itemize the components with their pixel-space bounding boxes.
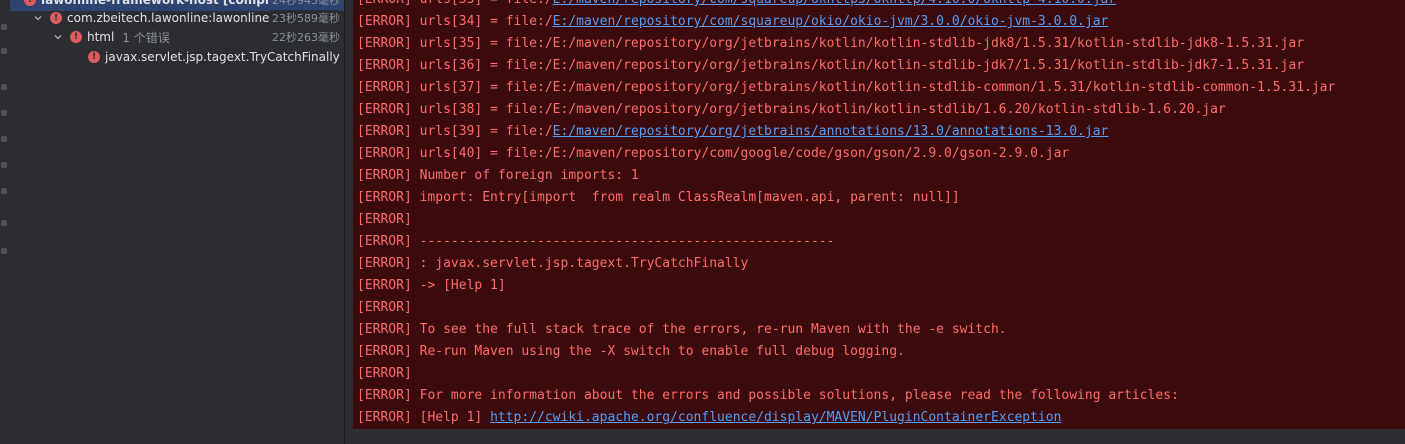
console-line: [ERROR] To see the full stack trace of t… xyxy=(357,319,1007,341)
console-line-text: [ERROR] xyxy=(357,300,412,315)
console-line: [ERROR] : javax.servlet.jsp.tagext.TryCa… xyxy=(357,253,748,275)
error-icon: ! xyxy=(24,0,36,6)
duration-label: 22秒263毫秒 xyxy=(270,29,340,45)
console-line: [ERROR] -> [Help 1] xyxy=(357,275,506,297)
tool-icon[interactable] xyxy=(1,248,7,254)
console-line: [ERROR] urls[37] = file:/E:/maven/reposi… xyxy=(357,77,1335,99)
tool-icon[interactable] xyxy=(1,24,7,30)
run-tree: ! lawonline-framework-host [compile] 24秒94… xyxy=(10,0,345,444)
tool-icon[interactable] xyxy=(1,162,7,168)
duration-label: 23秒589毫秒 xyxy=(270,10,340,26)
console-line-text: [ERROR] --------------------------------… xyxy=(357,234,835,249)
console-line: [ERROR] xyxy=(357,297,412,319)
console-output[interactable]: [ERROR] urls[33] = file:/E:/maven/reposi… xyxy=(353,0,1405,429)
console-line-text: [ERROR] urls[37] = file:/E:/maven/reposi… xyxy=(357,80,1336,95)
tree-item[interactable]: ! html 1 个错误 22秒263毫秒 xyxy=(10,26,344,48)
tool-icon[interactable] xyxy=(1,136,7,142)
console-line: [ERROR] urls[39] = file:/E:/maven/reposi… xyxy=(357,121,1108,143)
tree-item-label: lawonline-framework-host [compile] xyxy=(41,0,287,7)
console-line-text: [ERROR] urls[34] = file:/ xyxy=(357,14,553,29)
tool-icon[interactable] xyxy=(1,84,7,90)
console-line: [ERROR] urls[40] = file:/E:/maven/reposi… xyxy=(357,143,1069,165)
console-line-text: [ERROR] : javax.servlet.jsp.tagext.TryCa… xyxy=(357,256,749,271)
error-icon: ! xyxy=(70,31,82,43)
console-line: [ERROR] urls[35] = file:/E:/maven/reposi… xyxy=(357,33,1304,55)
console-line: [ERROR] Re-run Maven using the -X switch… xyxy=(357,341,905,363)
console-line: [ERROR] --------------------------------… xyxy=(357,231,834,253)
horizontal-scrollbar[interactable] xyxy=(345,429,1405,444)
chevron-down-icon[interactable] xyxy=(52,31,64,43)
console-line: [ERROR] Number of foreign imports: 1 xyxy=(357,165,639,187)
console-line-text: [ERROR] xyxy=(357,366,412,381)
console-line-text: [ERROR] Re-run Maven using the -X switch… xyxy=(357,344,905,359)
console-line-text: [ERROR] [Help 1] xyxy=(357,410,491,425)
console-line: [ERROR] urls[34] = file:/E:/maven/reposi… xyxy=(357,11,1108,33)
console-line-text: [ERROR] import: Entry[import from realm … xyxy=(357,190,960,205)
console-line-text: [ERROR] urls[35] = file:/E:/maven/reposi… xyxy=(357,36,1305,51)
tool-icon[interactable] xyxy=(1,220,7,226)
console-line: [ERROR] urls[36] = file:/E:/maven/reposi… xyxy=(357,55,1304,77)
tree-item-label: javax.servlet.jsp.tagext.TryCatchFinally xyxy=(105,50,340,64)
console-line-text: [ERROR] -> [Help 1] xyxy=(357,278,506,293)
chevron-down-icon[interactable] xyxy=(32,12,44,24)
console-line: [ERROR] For more information about the e… xyxy=(357,385,1179,407)
console-line-text: [ERROR] urls[36] = file:/E:/maven/reposi… xyxy=(357,58,1305,73)
console-panel: [ERROR] urls[33] = file:/E:/maven/reposi… xyxy=(345,0,1405,429)
console-line-text: [ERROR] For more information about the e… xyxy=(357,388,1179,403)
console-link[interactable]: E:/maven/repository/org/jetbrains/annota… xyxy=(553,124,1109,139)
tool-icon[interactable] xyxy=(1,110,7,116)
console-line: [ERROR] urls[38] = file:/E:/maven/reposi… xyxy=(357,99,1226,121)
error-icon: ! xyxy=(50,12,62,24)
console-line: [ERROR] [Help 1] http://cwiki.apache.org… xyxy=(357,407,1061,429)
console-link[interactable]: http://cwiki.apache.org/confluence/displ… xyxy=(490,410,1061,425)
console-line: [ERROR] import: Entry[import from realm … xyxy=(357,187,960,209)
console-line: [ERROR] xyxy=(357,363,412,385)
console-line-text: [ERROR] Number of foreign imports: 1 xyxy=(357,168,639,183)
tool-icon[interactable] xyxy=(1,48,7,54)
error-icon: ! xyxy=(88,51,100,63)
console-line-text: [ERROR] To see the full stack trace of t… xyxy=(357,322,1007,337)
console-line-text: [ERROR] urls[39] = file:/ xyxy=(357,124,553,139)
tree-item-label: com.zbeitech.lawonline:lawonline-fr xyxy=(67,11,283,25)
console-line-text: [ERROR] xyxy=(357,212,412,227)
console-link[interactable]: E:/maven/repository/com/squareup/okhttp3… xyxy=(553,0,1117,7)
console-line-text: [ERROR] urls[38] = file:/E:/maven/reposi… xyxy=(357,102,1226,117)
console-line: [ERROR] urls[33] = file:/E:/maven/reposi… xyxy=(357,0,1116,11)
console-line-text: [ERROR] urls[33] = file:/ xyxy=(357,0,553,7)
console-link[interactable]: E:/maven/repository/com/squareup/okio/ok… xyxy=(553,14,1109,29)
error-count: 1 个错误 xyxy=(122,30,170,45)
console-line-text: [ERROR] urls[40] = file:/E:/maven/reposi… xyxy=(357,146,1070,161)
console-line: [ERROR] xyxy=(357,209,412,231)
tree-item-label: html xyxy=(87,30,115,44)
tool-icon[interactable] xyxy=(1,188,7,194)
tree-item[interactable]: ! javax.servlet.jsp.tagext.TryCatchFinall… xyxy=(10,46,344,68)
